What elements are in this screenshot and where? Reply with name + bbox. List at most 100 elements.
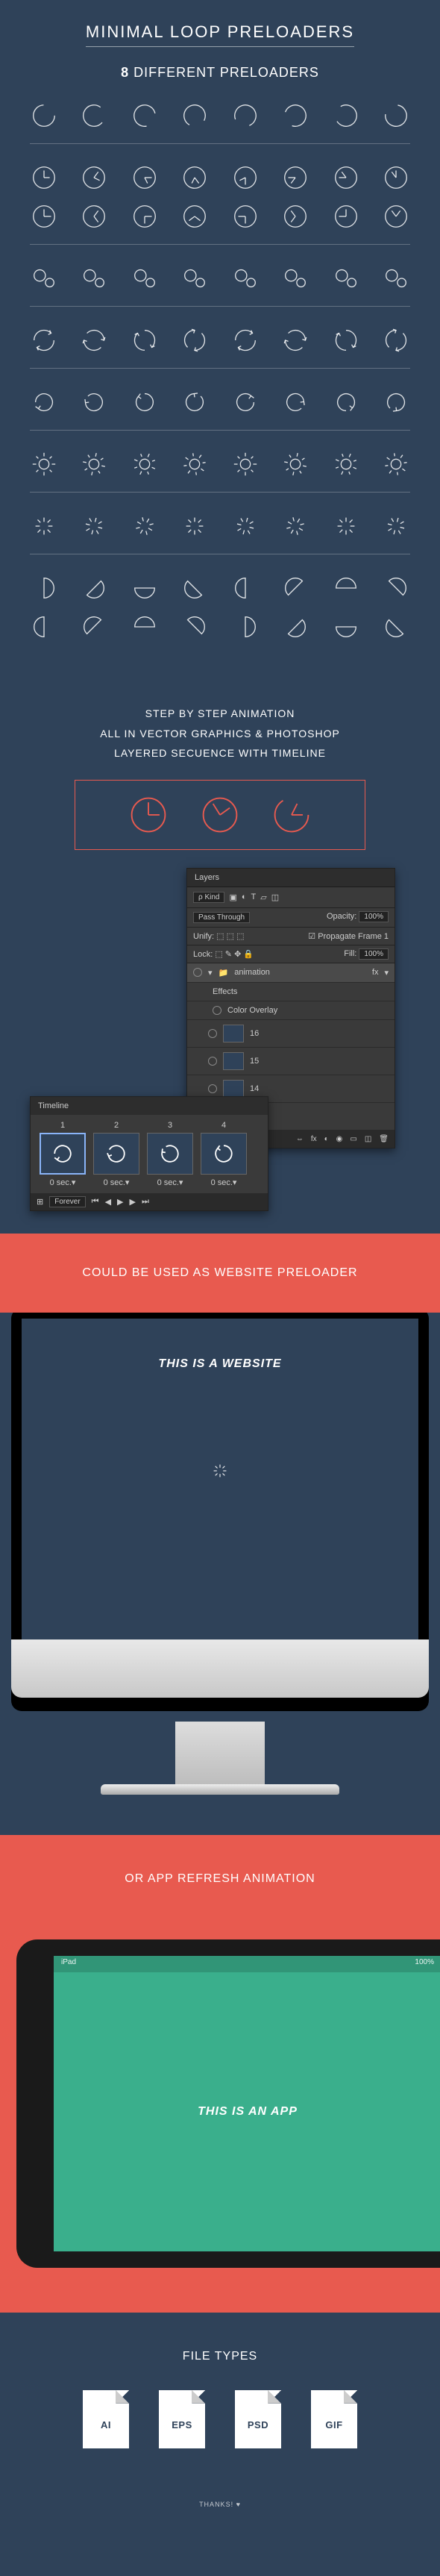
halfcircle-icon [281, 613, 309, 641]
timeline-frame[interactable]: 2 0 sec.▾ [90, 1121, 142, 1187]
kind-filter[interactable]: ρ Kind [193, 892, 224, 903]
layer-effects[interactable]: Effects [187, 983, 395, 1001]
preloader-row-sun [30, 450, 410, 478]
filter-icon[interactable]: ▣ [229, 892, 236, 902]
filter-icon[interactable]: ▱ [260, 892, 266, 902]
blend-row: Pass Through Opacity: 100% [187, 908, 395, 928]
halfcircle-icon [131, 574, 159, 602]
visibility-icon[interactable] [208, 1057, 217, 1066]
sun-icon [30, 450, 58, 478]
status-left: iPad [61, 1958, 76, 1970]
group-name: animation [234, 968, 270, 977]
timeline-panel[interactable]: Timeline 1 0 sec.▾ 2 0 sec.▾ 3 0 sec.▾ [30, 1096, 268, 1211]
visibility-icon[interactable] [213, 1006, 221, 1015]
halfcircle-icon [382, 574, 410, 602]
filter-icon[interactable]: ◐ [242, 892, 247, 901]
halfcircle-icon [80, 574, 108, 602]
chevron-down-icon[interactable]: ▾ [384, 968, 389, 978]
mask-icon[interactable]: ◐ [324, 1135, 329, 1143]
halfcircle-icon [80, 613, 108, 641]
chevron-down-icon[interactable]: ▾ [208, 968, 213, 978]
layer-name: 14 [250, 1084, 259, 1093]
preloader-row-clock [30, 163, 410, 192]
timeline-frame[interactable]: 1 0 sec.▾ [37, 1121, 89, 1187]
clock-icon [382, 163, 410, 192]
fill-value[interactable]: 100% [359, 948, 389, 960]
file-icon-eps: EPS [159, 2390, 205, 2448]
arc-icon [332, 101, 360, 130]
filter-icon[interactable]: ◫ [271, 892, 279, 902]
lock-label: Lock: [193, 950, 213, 959]
fx-badge[interactable]: fx [372, 968, 379, 977]
arrow-circle-icon [131, 388, 159, 416]
frame-duration[interactable]: 0 sec.▾ [37, 1178, 89, 1187]
convert-icon[interactable]: ⊞ [37, 1197, 43, 1207]
divider [30, 368, 410, 369]
burst-icon [80, 512, 108, 540]
file-label: PSD [235, 2419, 281, 2430]
clock-icon [180, 202, 209, 231]
halfcircle-icon [332, 613, 360, 641]
play-icon[interactable]: ▶ [117, 1197, 123, 1207]
timeline-frame[interactable]: 3 0 sec.▾ [144, 1121, 196, 1187]
blend-mode-select[interactable]: Pass Through [193, 912, 250, 923]
layer-group[interactable]: ▾ 📁 animation fx ▾ [187, 963, 395, 983]
gears-icon [332, 264, 360, 293]
arrow-circle-icon [231, 388, 260, 416]
adjustment-icon[interactable]: ◉ [336, 1135, 343, 1143]
loop-select[interactable]: Forever [49, 1196, 85, 1207]
halfcircle-icon [332, 574, 360, 602]
timeline-frames: 1 0 sec.▾ 2 0 sec.▾ 3 0 sec.▾ 4 [31, 1115, 268, 1193]
burst-icon [231, 512, 260, 540]
clock-icon [332, 163, 360, 192]
filter-icon[interactable]: T [251, 892, 257, 901]
clock-red-icon [199, 794, 241, 836]
folder-icon: 📁 [219, 968, 229, 978]
layer-color-overlay[interactable]: Color Overlay [187, 1001, 395, 1020]
next-frame-icon[interactable]: ▶ [130, 1197, 136, 1207]
trash-icon[interactable]: 🗑 [379, 1135, 389, 1143]
prev-frame-icon[interactable]: ◀ [105, 1197, 111, 1207]
burst-icon [180, 512, 209, 540]
first-frame-icon[interactable]: ⏮ [92, 1197, 99, 1207]
folder-icon[interactable]: ▭ [350, 1135, 356, 1143]
overlay-label: Color Overlay [227, 1006, 277, 1015]
layers-tab[interactable]: Layers [187, 869, 395, 887]
arrow-circle-icon [382, 388, 410, 416]
tablet-screen: iPad 100% THIS IS AN APP [54, 1956, 440, 2251]
clock-icon [231, 163, 260, 192]
timeline-tab[interactable]: Timeline [31, 1097, 268, 1115]
refresh-icon [131, 326, 159, 354]
anim-line-3: LAYERED SECUENCE WITH TIMELINE [30, 743, 410, 763]
frame-duration[interactable]: 0 sec.▾ [90, 1178, 142, 1187]
timeline-frame[interactable]: 4 0 sec.▾ [198, 1121, 250, 1187]
visibility-icon[interactable] [208, 1084, 217, 1093]
animation-section: STEP BY STEP ANIMATION ALL IN VECTOR GRA… [0, 674, 440, 1234]
visibility-icon[interactable] [208, 1029, 217, 1038]
header-section: MINIMAL LOOP PRELOADERS 8 DIFFERENT PREL… [0, 0, 440, 674]
new-icon[interactable]: ◫ [365, 1135, 371, 1143]
sun-icon [231, 450, 260, 478]
last-frame-icon[interactable]: ⏭ [142, 1197, 149, 1207]
refresh-icon [30, 326, 58, 354]
propagate-checkbox-label[interactable]: Propagate Frame 1 [318, 932, 389, 941]
subtitle-text: DIFFERENT PRELOADERS [133, 65, 319, 80]
arc-icon [80, 101, 108, 130]
gears-icon [80, 264, 108, 293]
clock-icon [131, 163, 159, 192]
preloader-row-halfcircle [30, 613, 410, 641]
frame-duration[interactable]: 0 sec.▾ [198, 1178, 250, 1187]
opacity-value[interactable]: 100% [359, 911, 389, 922]
layer-item[interactable]: 16 [187, 1020, 395, 1048]
fx-icon[interactable]: fx [311, 1135, 317, 1143]
app-caption: THIS IS AN APP [198, 2105, 298, 2119]
frame-thumb [201, 1133, 247, 1175]
divider [30, 143, 410, 144]
visibility-icon[interactable] [193, 968, 202, 977]
frame-thumb [147, 1133, 193, 1175]
link-icon[interactable]: ⇔ [296, 1135, 304, 1143]
preloader-row-burst [30, 512, 410, 540]
layer-item[interactable]: 15 [187, 1048, 395, 1075]
frame-duration[interactable]: 0 sec.▾ [144, 1178, 196, 1187]
clock-selection [75, 780, 365, 850]
